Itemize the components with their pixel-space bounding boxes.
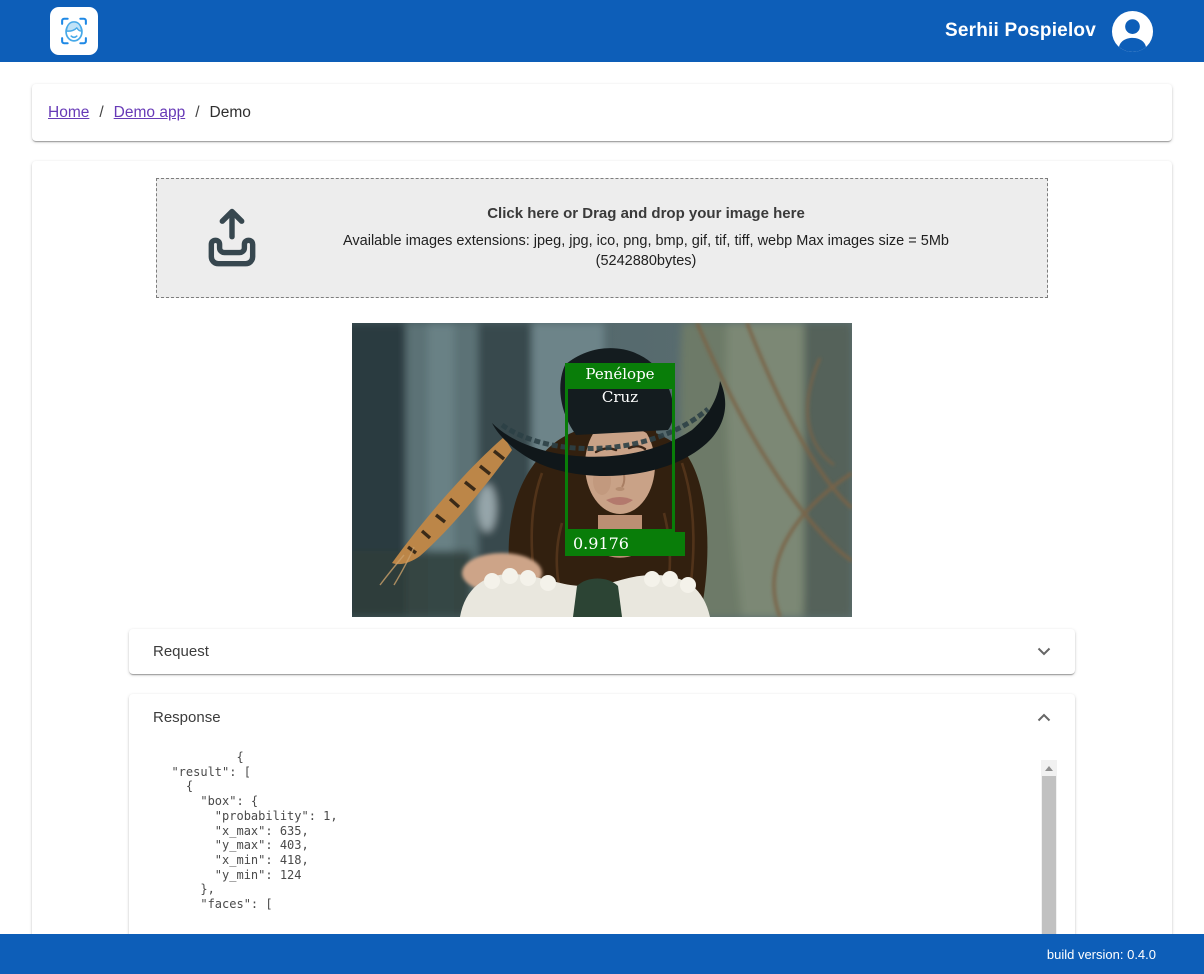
request-panel-header[interactable]: Request bbox=[129, 629, 1075, 674]
breadcrumb-separator: / bbox=[195, 103, 200, 121]
image-dropzone[interactable]: Click here or Drag and drop your image h… bbox=[156, 178, 1048, 298]
dropzone-title: Click here or Drag and drop your image h… bbox=[487, 204, 805, 222]
breadcrumb-link-demo-app[interactable]: Demo app bbox=[114, 104, 186, 122]
response-panel-title: Response bbox=[153, 708, 221, 726]
uploaded-photo: Penélope Cruz 0.9176 bbox=[352, 323, 852, 617]
face-scan-logo-icon bbox=[61, 17, 87, 45]
request-panel-title: Request bbox=[153, 643, 209, 660]
response-panel: Response { "result": [ { "box": { "proba… bbox=[129, 694, 1075, 936]
breadcrumb-current-demo: Demo bbox=[209, 103, 251, 121]
app-logo[interactable] bbox=[50, 7, 98, 55]
scroll-up-arrow-icon bbox=[1045, 765, 1053, 771]
user-name: Serhii Pospielov bbox=[944, 20, 1096, 41]
demo-content-card: Click here or Drag and drop your image h… bbox=[32, 161, 1172, 974]
build-version-label: build version: 0.4.0 bbox=[1046, 946, 1156, 962]
upload-tray-icon bbox=[208, 208, 256, 267]
response-panel-header[interactable]: Response bbox=[129, 694, 1075, 740]
response-scrollbar[interactable] bbox=[1041, 760, 1057, 936]
scrollbar-thumb[interactable] bbox=[1042, 776, 1056, 936]
face-detection-box bbox=[565, 386, 675, 532]
scrollbar-up-button[interactable] bbox=[1041, 760, 1057, 776]
app-footer: build version: 0.4.0 bbox=[0, 934, 1204, 974]
face-detection-name-label: Penélope Cruz bbox=[565, 363, 675, 406]
request-panel: Request bbox=[129, 629, 1075, 674]
account-circle-icon[interactable] bbox=[1111, 10, 1154, 53]
dropzone-extensions-info: Available images extensions: jpeg, jpg, … bbox=[343, 232, 949, 269]
response-json-viewer: { "result": [ { "box": { "probability": … bbox=[129, 740, 1075, 936]
chevron-down-icon[interactable] bbox=[1037, 647, 1051, 656]
response-json-text: { "result": [ { "box": { "probability": … bbox=[171, 750, 338, 912]
face-detection-probability-label: 0.9176 bbox=[565, 532, 685, 556]
chevron-up-icon[interactable] bbox=[1037, 713, 1051, 722]
breadcrumb: Home / Demo app / Demo bbox=[32, 84, 1172, 141]
app-header: Serhii Pospielov bbox=[0, 0, 1204, 62]
breadcrumb-separator: / bbox=[99, 103, 104, 121]
breadcrumb-link-home[interactable]: Home bbox=[48, 104, 89, 122]
